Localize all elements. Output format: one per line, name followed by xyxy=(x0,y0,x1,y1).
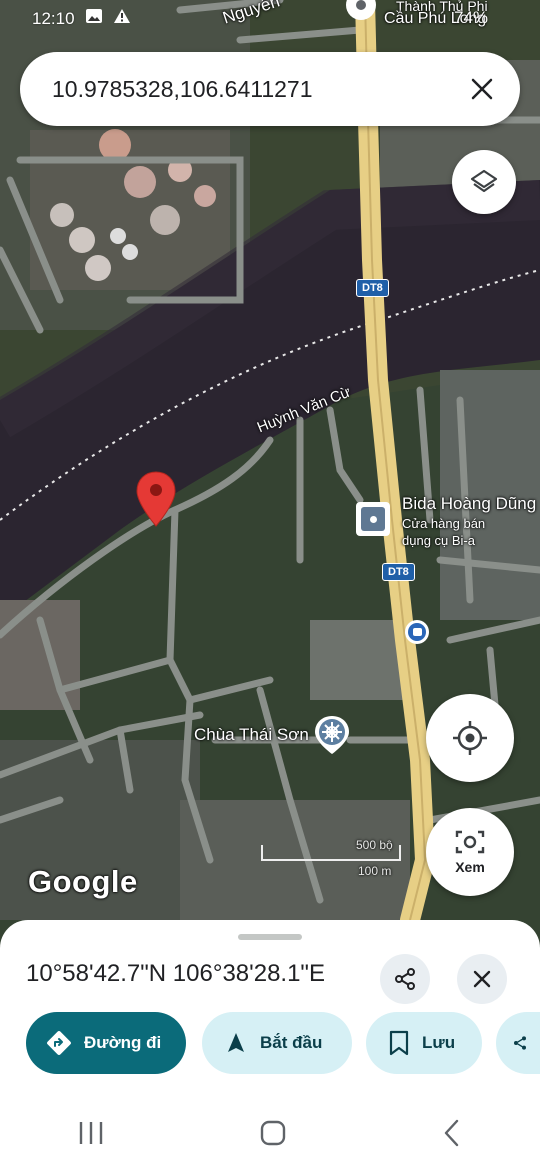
drag-handle[interactable] xyxy=(238,934,302,940)
start-label: Bắt đầu xyxy=(260,1033,323,1052)
poi-bida-subtitle-1: Cửa hàng bán xyxy=(402,516,486,531)
layers-icon xyxy=(470,169,498,193)
system-nav-bar xyxy=(0,1100,540,1170)
action-chips: Đường đi Bắt đầu Lưu xyxy=(0,1012,540,1076)
scale-top: 500 bộ xyxy=(356,838,393,852)
warning-icon xyxy=(113,8,131,29)
view-button[interactable]: Xem xyxy=(426,808,514,896)
crosshair-icon xyxy=(453,721,487,755)
save-button[interactable]: Lưu xyxy=(366,1012,482,1074)
recent-apps-icon xyxy=(79,1121,103,1144)
search-bar[interactable]: 10.9785328,106.6411271 xyxy=(20,52,520,126)
camera-view-icon xyxy=(455,830,485,854)
view-label: Xem xyxy=(455,859,485,875)
clear-search-button[interactable] xyxy=(452,59,512,119)
close-sheet-button[interactable] xyxy=(457,954,507,1004)
search-query[interactable]: 10.9785328,106.6411271 xyxy=(52,76,452,103)
start-button[interactable]: Bắt đầu xyxy=(202,1012,352,1074)
coordinates-text: 10°58'42.7"N 106°38'28.1"E xyxy=(26,960,325,987)
road-shield-dt8: DT8 xyxy=(356,279,389,297)
poi-bida-subtitle-2: dụng cụ Bi-a xyxy=(402,533,475,548)
close-icon xyxy=(471,78,493,100)
share-icon xyxy=(514,1036,526,1050)
save-label: Lưu xyxy=(422,1033,456,1052)
poi-store-icon[interactable] xyxy=(356,502,390,536)
bookmark-icon xyxy=(389,1030,409,1056)
status-bar: 12:10 74% xyxy=(32,8,488,29)
layers-button[interactable] xyxy=(452,150,516,214)
share-chip[interactable] xyxy=(496,1012,540,1074)
location-pin-icon[interactable] xyxy=(135,470,177,528)
road-shield-dt8-2: DT8 xyxy=(382,563,415,581)
poi-chua-label[interactable]: Chùa Thái Sơn xyxy=(194,725,309,745)
share-icon xyxy=(395,968,415,990)
google-logo: Google xyxy=(28,864,138,899)
navigation-arrow-icon xyxy=(228,1033,244,1052)
temple-pin-icon[interactable] xyxy=(313,714,351,754)
bus-stop-icon[interactable] xyxy=(405,620,429,644)
directions-label: Đường đi xyxy=(84,1033,162,1052)
home-icon xyxy=(260,1120,286,1145)
directions-icon xyxy=(47,1031,71,1055)
close-icon xyxy=(473,970,491,988)
poi-bida-title[interactable]: Bida Hoàng Dũng xyxy=(402,494,536,514)
directions-button[interactable]: Đường đi xyxy=(26,1012,186,1074)
battery-level: 74% xyxy=(454,8,489,27)
my-location-button[interactable] xyxy=(426,694,514,782)
status-time: 12:10 xyxy=(32,8,75,28)
back-icon xyxy=(444,1119,459,1146)
back-button[interactable] xyxy=(441,1119,463,1152)
image-icon xyxy=(85,8,103,29)
scale-bottom: 100 m xyxy=(358,864,392,878)
home-button[interactable] xyxy=(259,1119,287,1152)
share-button[interactable] xyxy=(380,954,430,1004)
recent-apps-button[interactable] xyxy=(77,1120,105,1151)
